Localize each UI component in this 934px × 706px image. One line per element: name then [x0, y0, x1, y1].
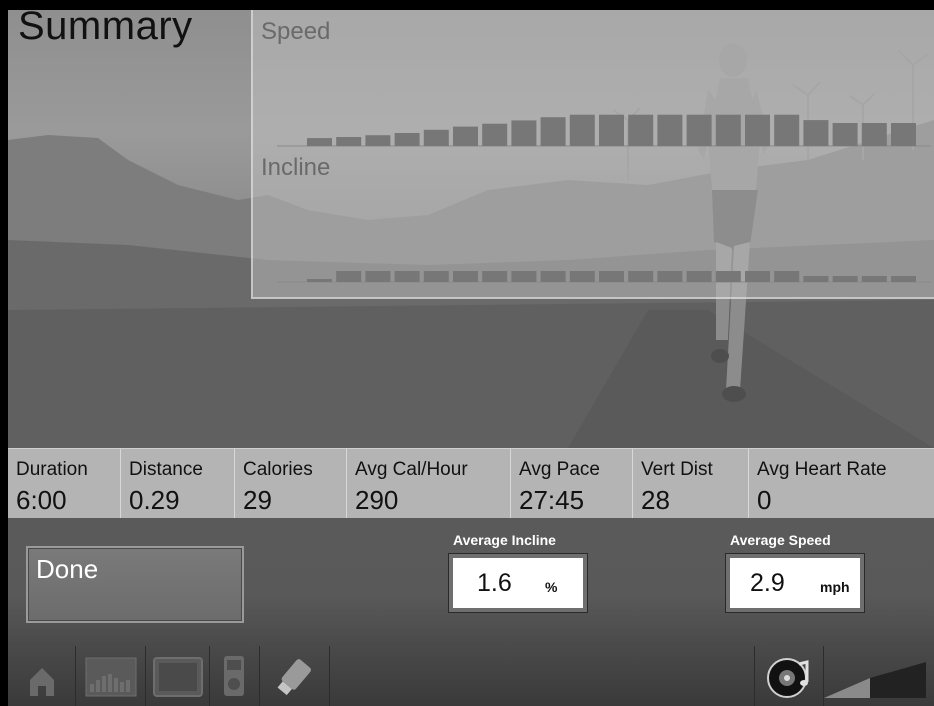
ipod-icon — [224, 656, 244, 696]
incline-bar-1 — [307, 279, 332, 282]
stat-duration-label: Duration — [16, 459, 88, 480]
stat-distance-label: Distance — [129, 459, 203, 480]
stat-avg-heart-rate: Avg Heart Rate 0 — [748, 449, 934, 519]
speed-bar-5 — [423, 129, 449, 146]
average-incline-display: 1.6 % — [449, 554, 587, 612]
stat-vert-dist-value: 28 — [641, 485, 670, 515]
stat-calories: Calories 29 — [234, 449, 347, 519]
speed-bar-17 — [774, 114, 800, 146]
incline-bar-12 — [628, 271, 654, 282]
incline-bar-14 — [686, 271, 712, 282]
volume-level-icon — [824, 662, 926, 698]
stat-avg-heart-rate-value: 0 — [757, 485, 772, 515]
stat-duration: Duration 6:00 — [8, 449, 120, 519]
average-speed-unit: mph — [820, 579, 850, 595]
summary-controls: Done Average Incline 1.6 % Average Speed… — [8, 518, 934, 646]
stat-avg-pace-label: Avg Pace — [519, 459, 600, 480]
speed-bar-20 — [861, 123, 887, 146]
speed-bar-7 — [482, 123, 508, 146]
incline-bar-10 — [569, 271, 595, 282]
stat-distance-value: 0.29 — [129, 485, 180, 515]
incline-bar-2 — [336, 271, 362, 282]
speed-bar-11 — [599, 114, 624, 146]
speed-incline-bar-graph — [277, 114, 931, 283]
incline-bar-8 — [511, 271, 537, 282]
speed-bar-19 — [832, 123, 858, 146]
stat-avg-heart-rate-label: Avg Heart Rate — [757, 459, 887, 480]
stat-avg-cal-hour-label: Avg Cal/Hour — [355, 459, 468, 480]
speed-bar-6 — [453, 126, 478, 146]
incline-bar-7 — [482, 271, 508, 282]
home-icon — [30, 668, 54, 696]
speed-bar-12 — [628, 114, 654, 146]
page-title: Summary — [18, 4, 193, 48]
speed-bar-18 — [803, 120, 829, 146]
incline-bar-3 — [365, 271, 391, 282]
speed-bar-15 — [715, 114, 741, 146]
speaker-icon — [767, 658, 809, 698]
stat-calories-label: Calories — [243, 459, 313, 480]
incline-bar-19 — [832, 276, 858, 282]
incline-bar-17 — [774, 271, 800, 282]
speed-bar-10 — [569, 114, 595, 146]
done-button-label: Done — [36, 554, 99, 584]
stat-avg-pace: Avg Pace 27:45 — [510, 449, 633, 519]
speed-bar-14 — [686, 114, 712, 146]
workout-profile-icon — [85, 657, 137, 697]
bottom-nav-bar — [8, 646, 934, 706]
incline-bar-6 — [453, 271, 478, 282]
incline-bar-5 — [423, 271, 449, 282]
stat-avg-cal-hour-value: 290 — [355, 485, 399, 515]
incline-bar-21 — [891, 276, 916, 282]
tv-button[interactable] — [146, 646, 210, 706]
ipod-button[interactable] — [210, 646, 260, 706]
average-incline-value: 1.6 — [477, 569, 512, 597]
home-button[interactable] — [8, 646, 76, 706]
speed-bar-1 — [307, 138, 332, 146]
incline-bar-15 — [715, 271, 741, 282]
usb-drive-icon — [277, 659, 311, 696]
incline-bar-9 — [540, 271, 566, 282]
done-button[interactable]: Done — [26, 546, 244, 623]
stat-distance: Distance 0.29 — [120, 449, 235, 519]
stat-avg-pace-value: 27:45 — [519, 485, 585, 515]
speed-bar-2 — [336, 137, 362, 146]
incline-bar-4 — [394, 271, 420, 282]
stat-vert-dist-label: Vert Dist — [641, 459, 713, 480]
average-incline-title: Average Incline — [453, 532, 556, 548]
usb-button[interactable] — [260, 646, 330, 706]
stat-avg-cal-hour: Avg Cal/Hour 290 — [346, 449, 511, 519]
workout-stats-bar: Duration 6:00 Distance 0.29 Calories 29 … — [8, 448, 934, 519]
speed-bar-9 — [540, 117, 566, 146]
workout-profile-button[interactable] — [76, 646, 146, 706]
stat-vert-dist: Vert Dist 28 — [632, 449, 749, 519]
incline-bar-18 — [803, 276, 829, 282]
speed-bar-16 — [745, 114, 770, 146]
incline-bar-20 — [861, 276, 887, 282]
average-speed-value: 2.9 — [750, 569, 785, 597]
incline-bar-11 — [599, 271, 624, 282]
speed-bar-8 — [511, 120, 537, 146]
speed-bar-13 — [657, 114, 683, 146]
average-speed-title: Average Speed — [730, 532, 831, 548]
incline-bar-13 — [657, 271, 683, 282]
workout-graph-panel: Speed Incline — [251, 10, 934, 299]
summary-screen: Summary Speed Incline Duration 6:00 Dist… — [0, 0, 934, 706]
incline-bars — [307, 271, 916, 282]
stat-calories-value: 29 — [243, 485, 272, 515]
volume-control[interactable] — [824, 646, 934, 706]
audio-button[interactable] — [754, 646, 824, 706]
stat-duration-value: 6:00 — [16, 485, 67, 515]
speed-bar-21 — [891, 123, 916, 146]
incline-bar-16 — [745, 271, 770, 282]
tv-screen-icon — [153, 657, 203, 697]
average-speed-display: 2.9 mph — [726, 554, 864, 612]
average-incline-unit: % — [545, 579, 558, 595]
speed-bars — [307, 114, 916, 146]
speed-bar-4 — [394, 133, 420, 146]
speed-bar-3 — [365, 135, 391, 146]
